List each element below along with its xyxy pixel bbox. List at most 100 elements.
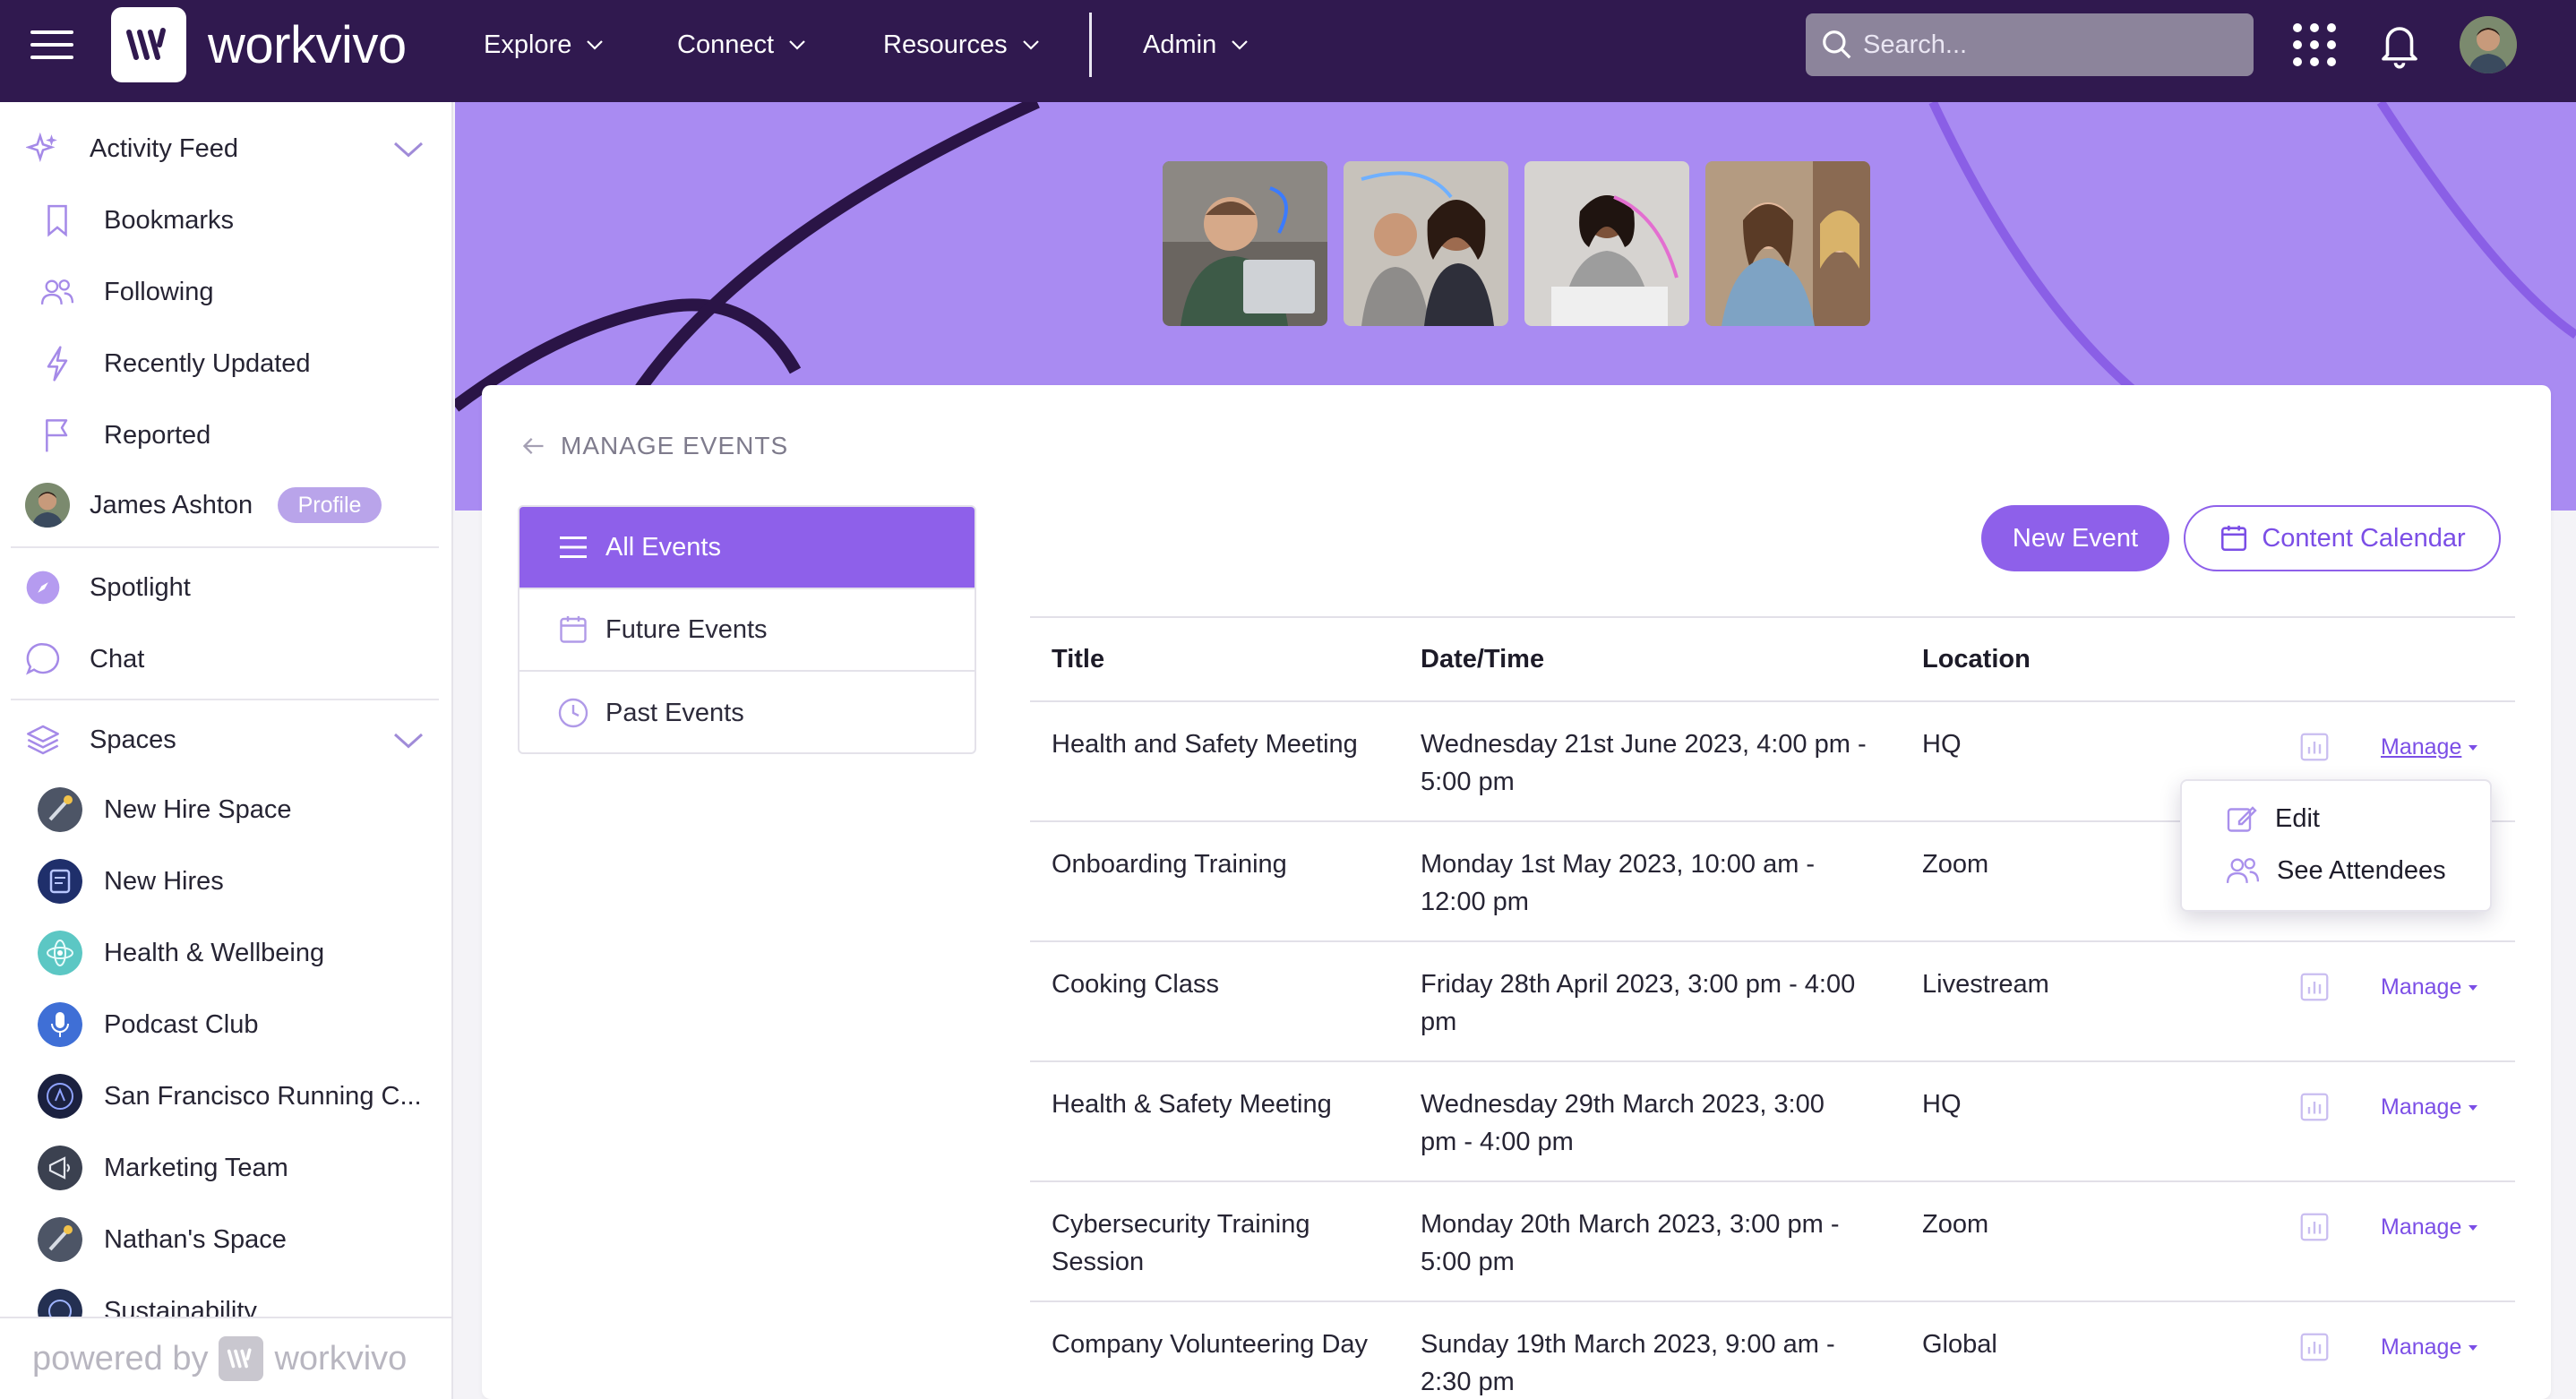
manage-label: Manage	[2381, 1214, 2462, 1240]
chevron-down-icon[interactable]	[392, 138, 425, 159]
dropdown-edit[interactable]: Edit	[2225, 802, 2320, 835]
sidebar-item-label: Bookmarks	[104, 205, 235, 235]
sidebar-item-activity-feed[interactable]: Activity Feed	[0, 113, 451, 185]
manage-dropdown-toggle[interactable]: Manage	[2381, 974, 2479, 1000]
space-avatar	[38, 1002, 82, 1047]
manage-dropdown-toggle[interactable]: Manage	[2381, 1214, 2479, 1240]
event-datetime-line: 5:00 pm	[1421, 768, 1515, 796]
chat-bubble-icon	[23, 639, 63, 679]
user-name: James Ashton	[90, 490, 253, 519]
chevron-down-icon[interactable]	[392, 729, 425, 751]
new-event-button[interactable]: New Event	[1981, 505, 2169, 571]
sidebar-item-label: Recently Updated	[104, 348, 311, 378]
back-link[interactable]: MANAGE EVENTS	[521, 432, 788, 460]
sidebar-item-following[interactable]: Following	[0, 256, 451, 328]
column-title: Title	[1052, 645, 1105, 674]
event-datetime-line: Monday 1st May 2023, 10:00 am -	[1421, 850, 1816, 879]
bar-chart-icon[interactable]	[2298, 1331, 2331, 1363]
sidebar-space-new-hires[interactable]: New Hires	[0, 845, 451, 917]
manage-dropdown-toggle[interactable]: Manage	[2381, 1335, 2479, 1360]
nav-resources-label: Resources	[883, 30, 1008, 59]
manage-dropdown-menu: Edit See Attendees	[2180, 779, 2492, 912]
space-avatar	[38, 1217, 82, 1262]
event-datetime: Wednesday 21st June 2023, 4:00 pm - 5:00 …	[1421, 725, 1867, 801]
event-datetime-line: 12:00 pm	[1421, 888, 1529, 916]
edit-pencil-icon	[2227, 806, 2257, 832]
content-calendar-button[interactable]: Content Calendar	[2184, 505, 2501, 571]
sidebar-item-reported[interactable]: Reported	[0, 399, 451, 471]
event-datetime-line: pm - 4:00 pm	[1421, 1128, 1574, 1156]
event-title-line: Session	[1052, 1248, 1145, 1276]
powered-by-footer: powered by workvivo	[0, 1317, 451, 1399]
chevron-down-icon	[587, 40, 604, 50]
sidebar-space-health-wellbeing[interactable]: Health & Wellbeing	[0, 917, 451, 989]
manage-label: Manage	[2381, 1094, 2462, 1120]
brand-name[interactable]: workvivo	[208, 14, 407, 77]
sidebar-divider	[11, 546, 439, 548]
people-icon	[2226, 858, 2260, 883]
nav-resources[interactable]: Resources	[883, 27, 1042, 63]
event-title: Onboarding Training	[1052, 845, 1287, 883]
dropdown-see-attendees[interactable]: See Attendees	[2225, 854, 2446, 887]
event-location: Zoom	[1922, 850, 1989, 879]
user-avatar[interactable]	[2460, 16, 2517, 73]
filter-all-events[interactable]: All Events	[519, 507, 975, 589]
sidebar-space-new-hire-space[interactable]: New Hire Space	[0, 774, 451, 845]
event-title: Cooking Class	[1052, 966, 1219, 1003]
space-label: New Hire Space	[104, 794, 292, 824]
nav-connect[interactable]: Connect	[677, 27, 808, 63]
dropdown-edit-label: Edit	[2275, 803, 2320, 833]
event-location: HQ	[1922, 1090, 1962, 1119]
search-box[interactable]	[1806, 13, 2254, 76]
event-datetime-line: 2:30 pm	[1421, 1368, 1515, 1396]
caret-down-icon	[2469, 984, 2478, 991]
sidebar-item-spotlight[interactable]: Spotlight	[0, 552, 451, 623]
lightning-icon	[38, 344, 77, 383]
nav-explore[interactable]: Explore	[484, 27, 605, 63]
space-avatar	[38, 787, 82, 832]
table-row: Cybersecurity Training Session Monday 20th…	[1030, 1182, 2515, 1302]
sidebar: Activity Feed Bookmarks Following Recent…	[0, 102, 453, 1399]
sidebar-space-podcast-club[interactable]: Podcast Club	[0, 989, 451, 1060]
people-icon	[38, 272, 77, 312]
events-filter: All Events Future Events Past Events	[518, 505, 976, 754]
sidebar-space-marketing-team[interactable]: Marketing Team	[0, 1132, 451, 1204]
bar-chart-icon[interactable]	[2298, 971, 2331, 1003]
event-title-line: Cooking Class	[1052, 970, 1219, 999]
sidebar-space-san-francisco-running[interactable]: San Francisco Running C...	[0, 1060, 451, 1132]
manage-dropdown-toggle[interactable]: Manage	[2381, 734, 2479, 760]
event-title-line: Cybersecurity Training	[1052, 1210, 1310, 1239]
caret-down-icon	[2469, 1104, 2478, 1111]
space-label: Marketing Team	[104, 1153, 288, 1182]
hamburger-menu-icon[interactable]	[29, 25, 75, 64]
workvivo-logo-icon[interactable]	[111, 7, 186, 82]
apps-grid-icon[interactable]	[2293, 23, 2336, 66]
nav-divider	[1089, 13, 1092, 77]
filter-past-events[interactable]: Past Events	[519, 672, 975, 752]
event-datetime-line: pm	[1421, 1008, 1457, 1036]
bar-chart-icon[interactable]	[2298, 1091, 2331, 1123]
sidebar-item-label: Spaces	[90, 725, 176, 754]
event-location: HQ	[1922, 730, 1962, 759]
sidebar-item-spaces[interactable]: Spaces	[0, 704, 451, 776]
manage-dropdown-toggle[interactable]: Manage	[2381, 1094, 2479, 1120]
sidebar-item-recently-updated[interactable]: Recently Updated	[0, 328, 451, 399]
sidebar-item-bookmarks[interactable]: Bookmarks	[0, 185, 451, 256]
filter-future-events[interactable]: Future Events	[519, 589, 975, 672]
notification-bell-icon[interactable]	[2375, 20, 2424, 70]
search-input[interactable]	[1863, 30, 2239, 60]
profile-badge[interactable]: Profile	[278, 487, 382, 523]
bar-chart-icon[interactable]	[2298, 1211, 2331, 1243]
table-row: Company Volunteering Day Sunday 19th Marc…	[1030, 1302, 2515, 1399]
sidebar-divider	[11, 699, 439, 700]
event-datetime: Friday 28th April 2023, 3:00 pm - 4:00 pm	[1421, 966, 1855, 1041]
bar-chart-icon[interactable]	[2298, 731, 2331, 763]
sidebar-item-profile[interactable]: James Ashton Profile	[0, 469, 451, 541]
sidebar-item-chat[interactable]: Chat	[0, 623, 451, 695]
event-datetime: Monday 20th March 2023, 3:00 pm - 5:00 pm	[1421, 1206, 1839, 1281]
event-title-line: Company Volunteering Day	[1052, 1330, 1369, 1359]
space-label: Health & Wellbeing	[104, 938, 325, 967]
hero-photo-1	[1163, 161, 1327, 326]
nav-admin[interactable]: Admin	[1143, 27, 1250, 63]
sidebar-space-nathans-space[interactable]: Nathan's Space	[0, 1204, 451, 1275]
